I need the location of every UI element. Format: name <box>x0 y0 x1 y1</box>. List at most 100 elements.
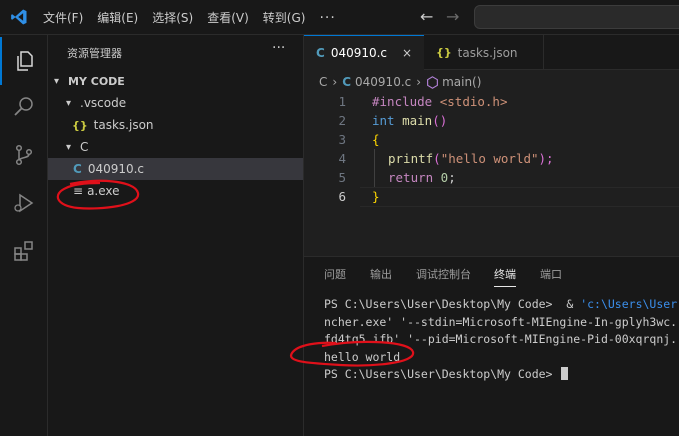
keyword: return <box>388 170 434 185</box>
close-icon[interactable]: × <box>402 46 412 60</box>
menu-more-button[interactable]: ··· <box>319 10 335 26</box>
keyword: int <box>372 113 395 128</box>
panel-tab-output[interactable]: 输出 <box>370 266 392 282</box>
tree-item-label: C <box>80 140 89 154</box>
command-center-search[interactable] <box>474 5 679 29</box>
tree-item-label: .vscode <box>80 96 127 110</box>
breadcrumb-separator: › <box>332 75 338 89</box>
brace: { <box>372 132 380 147</box>
tree-file-040910-c[interactable]: C 040910.c <box>48 158 303 180</box>
breadcrumb-separator: › <box>416 75 422 89</box>
tab-040910-c[interactable]: C 040910.c × <box>304 35 424 70</box>
menu-edit[interactable]: 编辑(E) <box>97 9 138 26</box>
code-line: 5 return 0; <box>304 168 679 187</box>
tree-file-tasks-json[interactable]: {} tasks.json <box>48 114 303 136</box>
terminal-line: PS C:\Users\User\Desktop\My Code> & 'c:\… <box>324 297 679 315</box>
terminal-program-output: hello world <box>324 349 401 364</box>
tree-folder-vscode[interactable]: ▾ .vscode <box>48 92 303 114</box>
line-number: 5 <box>338 170 346 185</box>
code-line: 2 int main() <box>304 111 679 130</box>
terminal-command-path: 'c:\Users\User <box>580 297 678 311</box>
panel-tab-ports[interactable]: 端口 <box>540 266 562 282</box>
menu-selection[interactable]: 选择(S) <box>152 9 193 26</box>
code-line: 1 #include <stdio.h> <box>304 92 679 111</box>
include-header: <stdio.h> <box>432 94 508 109</box>
explorer-title: 资源管理器 <box>67 47 122 60</box>
line-number: 4 <box>338 151 346 166</box>
panel-tab-terminal[interactable]: 终端 <box>494 266 516 287</box>
chevron-down-icon: ▾ <box>66 97 72 109</box>
menu-file[interactable]: 文件(F) <box>43 9 83 26</box>
terminal-cursor <box>561 367 569 380</box>
workspace-root-folder[interactable]: ▾ MY CODE <box>48 70 303 92</box>
code-line: 3 { <box>304 130 679 149</box>
tree-item-label: tasks.json <box>93 118 154 132</box>
workspace-root-label: MY CODE <box>68 74 125 88</box>
search-button[interactable] <box>0 83 48 131</box>
code-line: 6 } <box>304 187 679 206</box>
menu-bar: 文件(F) 编辑(E) 选择(S) 查看(V) 转到(G) ··· <box>43 0 350 35</box>
menu-go[interactable]: 转到(G) <box>263 9 306 26</box>
code-editor[interactable]: 1 #include <stdio.h> 2 int main() 3 { 4 … <box>304 92 679 212</box>
activity-bar <box>0 35 48 436</box>
vscode-logo-icon <box>11 9 27 25</box>
terminal-line: fd4tq5.ifb' '--pid=Microsoft-MIEngine-Pi… <box>324 332 678 346</box>
brace: } <box>372 189 380 204</box>
forward-arrow-icon[interactable]: → <box>446 7 459 26</box>
panel-tab-problems[interactable]: 问题 <box>324 266 346 282</box>
bottom-panel: 问题 输出 调试控制台 终端 端口 PS C:\Users\User\Deskt… <box>304 256 679 436</box>
line-number: 2 <box>338 113 346 128</box>
source-control-button[interactable] <box>0 131 48 179</box>
line-number: 1 <box>338 94 346 109</box>
function-name: main <box>394 113 433 128</box>
parentheses: () <box>432 113 448 128</box>
terminal-prompt: PS C:\Users\User\Desktop\My Code> <box>324 367 560 381</box>
breadcrumb-file[interactable]: 040910.c <box>355 75 411 89</box>
line-number: 3 <box>338 132 346 147</box>
run-debug-button[interactable] <box>0 179 48 227</box>
paren-close: ); <box>538 151 554 166</box>
run-debug-icon <box>14 193 34 213</box>
back-arrow-icon[interactable]: ← <box>420 7 433 26</box>
source-control-icon <box>15 144 33 166</box>
panel-tab-debug-console[interactable]: 调试控制台 <box>416 266 471 282</box>
search-icon <box>14 97 33 116</box>
extensions-button[interactable] <box>0 227 48 275</box>
extensions-icon <box>14 241 33 261</box>
c-file-icon: C <box>73 162 82 176</box>
chevron-down-icon: ▾ <box>54 75 60 87</box>
terminal-line: ncher.exe' '--stdin=Microsoft-MIEngine-I… <box>324 314 678 329</box>
explorer-button[interactable] <box>0 37 48 85</box>
terminal-line: PS C:\Users\User\Desktop\My Code> <box>324 367 679 385</box>
tree-item-label: a.exe <box>87 184 120 198</box>
breadcrumb-symbol[interactable]: main() <box>442 75 481 89</box>
chevron-down-icon: ▾ <box>66 141 72 153</box>
semicolon: ; <box>448 170 456 185</box>
tree-file-a-exe[interactable]: ≡ a.exe <box>48 180 303 202</box>
c-file-icon: C <box>316 46 325 60</box>
json-file-icon: {} <box>72 118 88 132</box>
terminal-prompt: PS C:\Users\User\Desktop\My Code> & <box>324 297 581 311</box>
string-literal: "hello world" <box>440 151 539 166</box>
preprocessor-directive: #include <box>372 94 433 109</box>
explorer-files-icon <box>17 51 33 71</box>
menu-view[interactable]: 查看(V) <box>207 9 249 26</box>
explorer-sidebar: 资源管理器 ··· ▾ MY CODE ▾ .vscode {} tasks.j… <box>48 35 304 436</box>
tab-tasks-json[interactable]: {} tasks.json <box>424 35 544 70</box>
json-file-icon: {} <box>436 46 452 59</box>
code-line: 4 printf("hello world"); <box>304 149 679 168</box>
breadcrumb: C › C 040910.c › main() <box>319 72 486 92</box>
indent-guide <box>374 149 375 187</box>
symbol-method-icon <box>427 75 439 89</box>
number-literal: 0 <box>433 170 449 185</box>
tab-label: 040910.c <box>330 46 388 60</box>
explorer-more-button[interactable]: ··· <box>272 40 285 56</box>
line-number: 6 <box>338 189 346 204</box>
tree-item-label: 040910.c <box>87 162 145 176</box>
tree-folder-c[interactable]: ▾ C <box>48 136 303 158</box>
tab-label: tasks.json <box>457 45 518 60</box>
breadcrumb-folder[interactable]: C <box>319 75 327 89</box>
exe-file-icon: ≡ <box>73 184 84 198</box>
terminal-output[interactable]: PS C:\Users\User\Desktop\My Code> & 'c:\… <box>324 297 679 385</box>
paren-open: ( <box>433 151 441 166</box>
